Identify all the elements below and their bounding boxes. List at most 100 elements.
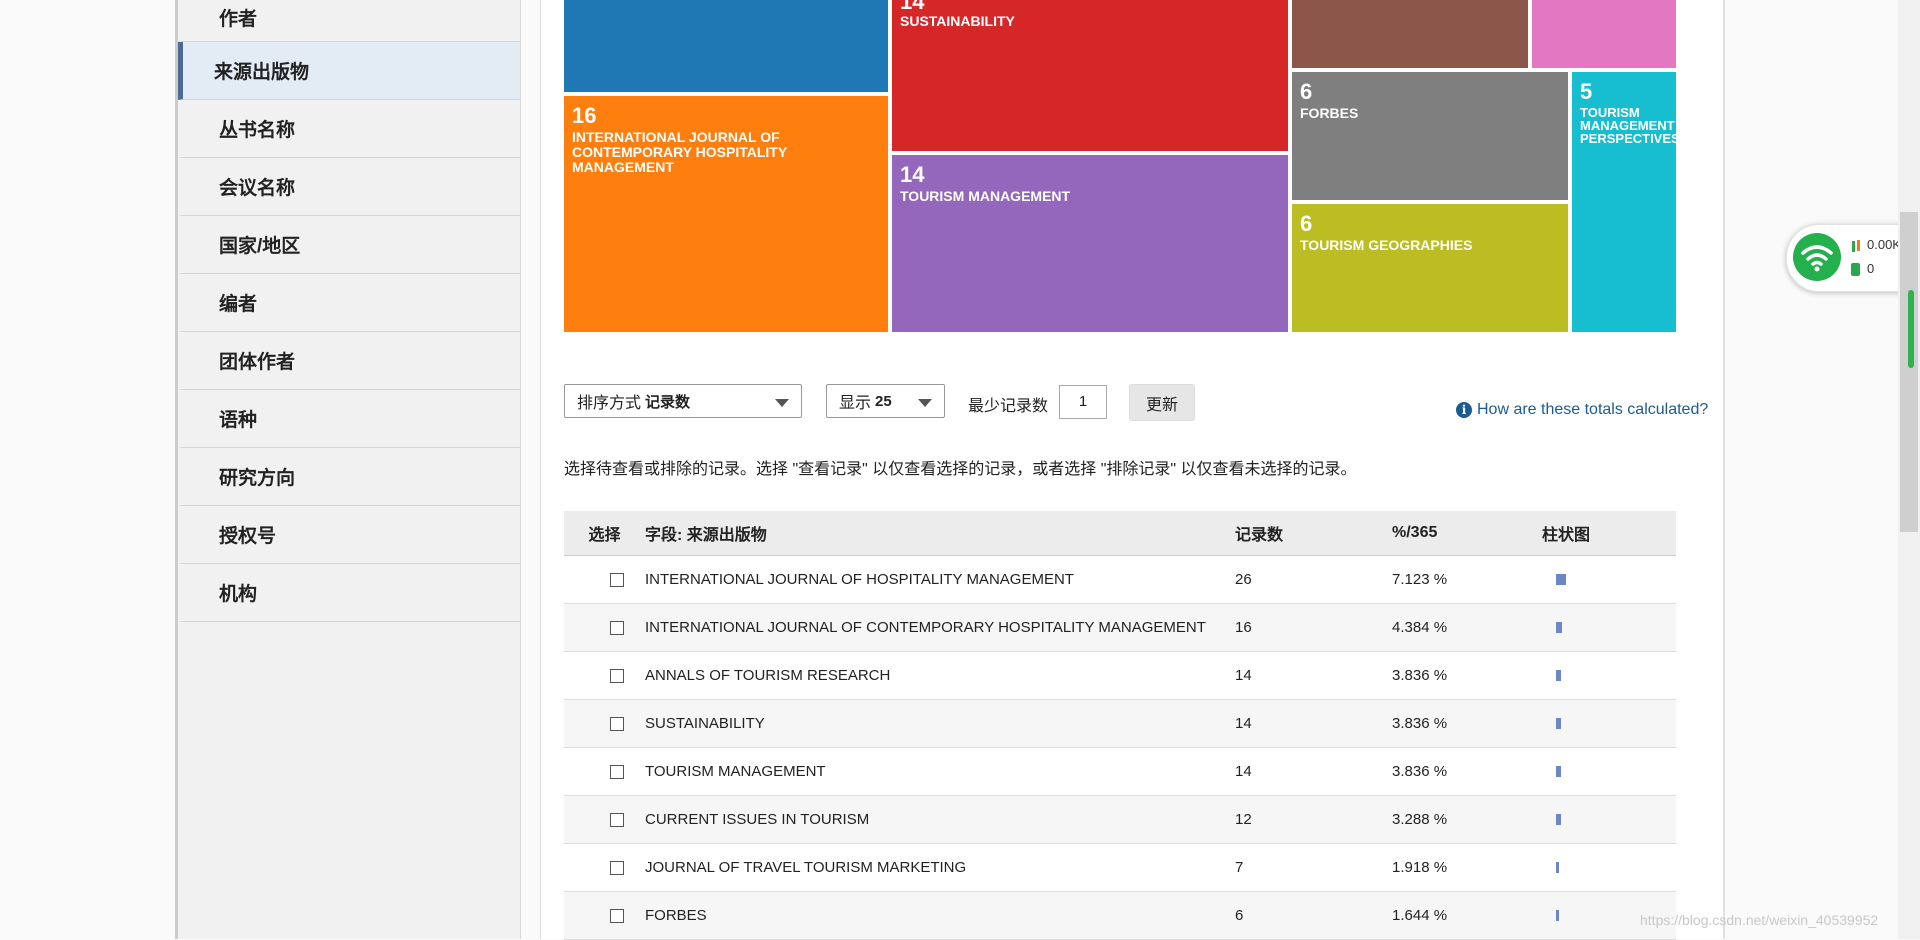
row-percent: 4.384 %: [1392, 619, 1448, 636]
sidebar-item-label: 语种: [219, 410, 258, 431]
sidebar-item-label: 机构: [219, 584, 258, 605]
info-icon: i: [1456, 402, 1472, 418]
chevron-down-icon: [775, 399, 789, 407]
sidebar-item-label: 国家/地区: [219, 236, 301, 257]
row-source-title: JOURNAL OF TRAVEL TOURISM MARKETING: [645, 859, 967, 876]
sidebar-item-editor[interactable]: 编者: [178, 274, 520, 332]
sidebar-item-series-title[interactable]: 丛书名称: [178, 100, 520, 158]
sidebar-item-group-author[interactable]: 团体作者: [178, 332, 520, 390]
header-count: 记录数: [1235, 527, 1284, 544]
row-checkbox[interactable]: [609, 812, 624, 827]
wifi-icon: [1793, 233, 1841, 281]
sidebar-item-source-title[interactable]: 来源出版物: [178, 42, 520, 100]
sidebar-item-research-area[interactable]: 研究方向: [178, 448, 520, 506]
scroll-indicator: [1908, 290, 1914, 368]
row-bar: [1556, 862, 1559, 873]
row-select-cell: [564, 764, 645, 779]
row-source-title: TOURISM MANAGEMENT: [645, 763, 826, 780]
sort-select-value: 记录数: [645, 393, 691, 411]
row-bar: [1556, 766, 1561, 777]
update-button[interactable]: 更新: [1129, 384, 1195, 421]
row-percent: 3.288 %: [1392, 811, 1448, 828]
row-count: 26: [1235, 571, 1252, 588]
treemap-cell[interactable]: 16 INTERNATIONAL JOURNAL OF CONTEMPORARY…: [564, 96, 888, 332]
row-bar: [1556, 718, 1561, 729]
treemap-cell[interactable]: 6 FORBES: [1292, 72, 1568, 200]
row-count: 14: [1235, 715, 1252, 732]
sidebar-item-label: 来源出版物: [214, 62, 310, 83]
show-select-value: 25: [875, 392, 892, 410]
row-bar: [1556, 910, 1559, 921]
treemap-cell[interactable]: [1528, 0, 1676, 68]
sidebar-item-label: 授权号: [219, 526, 277, 547]
sort-select[interactable]: 排序方式 记录数: [564, 384, 802, 418]
sidebar-item-organization[interactable]: 机构: [178, 564, 520, 622]
row-percent: 7.123 %: [1392, 571, 1448, 588]
row-source-title: SUSTAINABILITY: [645, 715, 765, 732]
row-checkbox[interactable]: [609, 908, 624, 923]
row-count: 12: [1235, 811, 1252, 828]
chevron-down-icon: [918, 399, 932, 407]
header-bar-chart: 柱状图: [1542, 527, 1591, 544]
row-bar-cell: [1542, 766, 1676, 777]
row-checkbox[interactable]: [609, 860, 624, 875]
row-select-cell: [564, 860, 645, 875]
row-count: 16: [1235, 619, 1252, 636]
treemap-cell-title: TOURISM GEOGRAPHIES: [1300, 237, 1473, 253]
treemap-cell-count: 6: [1300, 211, 1313, 236]
row-count: 14: [1235, 763, 1252, 780]
row-percent: 3.836 %: [1392, 667, 1448, 684]
treemap-cell-title: SUSTAINABILITY: [900, 13, 1015, 29]
sidebar-item-label: 研究方向: [219, 468, 296, 489]
treemap-cell-title: TOURISM MANAGEMENT PERSPECTIVES: [1580, 105, 1676, 146]
row-bar: [1556, 622, 1562, 633]
row-bar: [1556, 814, 1561, 825]
row-source-title: FORBES: [645, 907, 707, 924]
sidebar-item-author[interactable]: 作者: [178, 0, 520, 42]
row-source-title: ANNALS OF TOURISM RESEARCH: [645, 667, 891, 684]
row-select-cell: [564, 812, 645, 827]
sidebar-item-label: 丛书名称: [219, 120, 296, 141]
refine-sidebar: 作者 来源出版物 丛书名称 会议名称 国家/地区 编者 团体作者 语种 研究方向…: [175, 0, 521, 939]
row-select-cell: [564, 572, 645, 587]
treemap-cell-count: 5: [1580, 79, 1593, 104]
row-checkbox[interactable]: [609, 620, 624, 635]
sidebar-item-country-region[interactable]: 国家/地区: [178, 216, 520, 274]
sidebar-item-label: 会议名称: [219, 178, 296, 199]
table-row: FORBES 6 1.644 %: [564, 892, 1676, 940]
treemap-cell[interactable]: 6 TOURISM GEOGRAPHIES: [1292, 204, 1568, 332]
help-link[interactable]: i How are these totals calculated?: [1456, 401, 1708, 419]
row-checkbox[interactable]: [609, 668, 624, 683]
treemap-chart: 14 SUSTAINABILITY 16 INTERNATIONAL JOURN…: [564, 0, 1676, 332]
treemap-cell[interactable]: 5 TOURISM MANAGEMENT PERSPECTIVES: [1572, 72, 1676, 332]
help-link-label: How are these totals calculated?: [1477, 401, 1709, 418]
treemap-cell[interactable]: [564, 0, 888, 92]
device-count: 0: [1867, 261, 1875, 276]
sidebar-item-conference-title[interactable]: 会议名称: [178, 158, 520, 216]
row-bar-cell: [1542, 814, 1676, 825]
treemap-cell[interactable]: 14 SUSTAINABILITY: [892, 0, 1288, 151]
row-select-cell: [564, 668, 645, 683]
row-select-cell: [564, 620, 645, 635]
up-down-arrows-icon: [1851, 239, 1861, 253]
sidebar-item-grant-number[interactable]: 授权号: [178, 506, 520, 564]
scrollbar-thumb[interactable]: [1900, 212, 1918, 532]
instruction-text: 选择待查看或排除的记录。选择 "查看记录" 以仅查看选择的记录，或者选择 "排除…: [564, 461, 1357, 478]
treemap-cell-title: TOURISM MANAGEMENT: [900, 188, 1071, 204]
row-checkbox[interactable]: [609, 716, 624, 731]
phone-icon: [1851, 263, 1860, 276]
row-count: 7: [1235, 859, 1244, 876]
row-checkbox[interactable]: [609, 572, 624, 587]
min-records-input[interactable]: 1: [1059, 385, 1107, 419]
sidebar-item-language[interactable]: 语种: [178, 390, 520, 448]
row-bar-cell: [1542, 622, 1676, 633]
treemap-cell[interactable]: 14 TOURISM MANAGEMENT: [892, 155, 1288, 332]
treemap-cell[interactable]: [1292, 0, 1528, 68]
table-row: TOURISM MANAGEMENT 14 3.836 %: [564, 748, 1676, 796]
sidebar-item-label: 团体作者: [219, 352, 296, 373]
treemap-cell-count: 6: [1300, 79, 1313, 104]
show-count-select[interactable]: 显示 25: [826, 384, 945, 418]
header-field: 字段: 来源出版物: [645, 527, 767, 544]
row-source-title: CURRENT ISSUES IN TOURISM: [645, 811, 870, 828]
row-checkbox[interactable]: [609, 764, 624, 779]
